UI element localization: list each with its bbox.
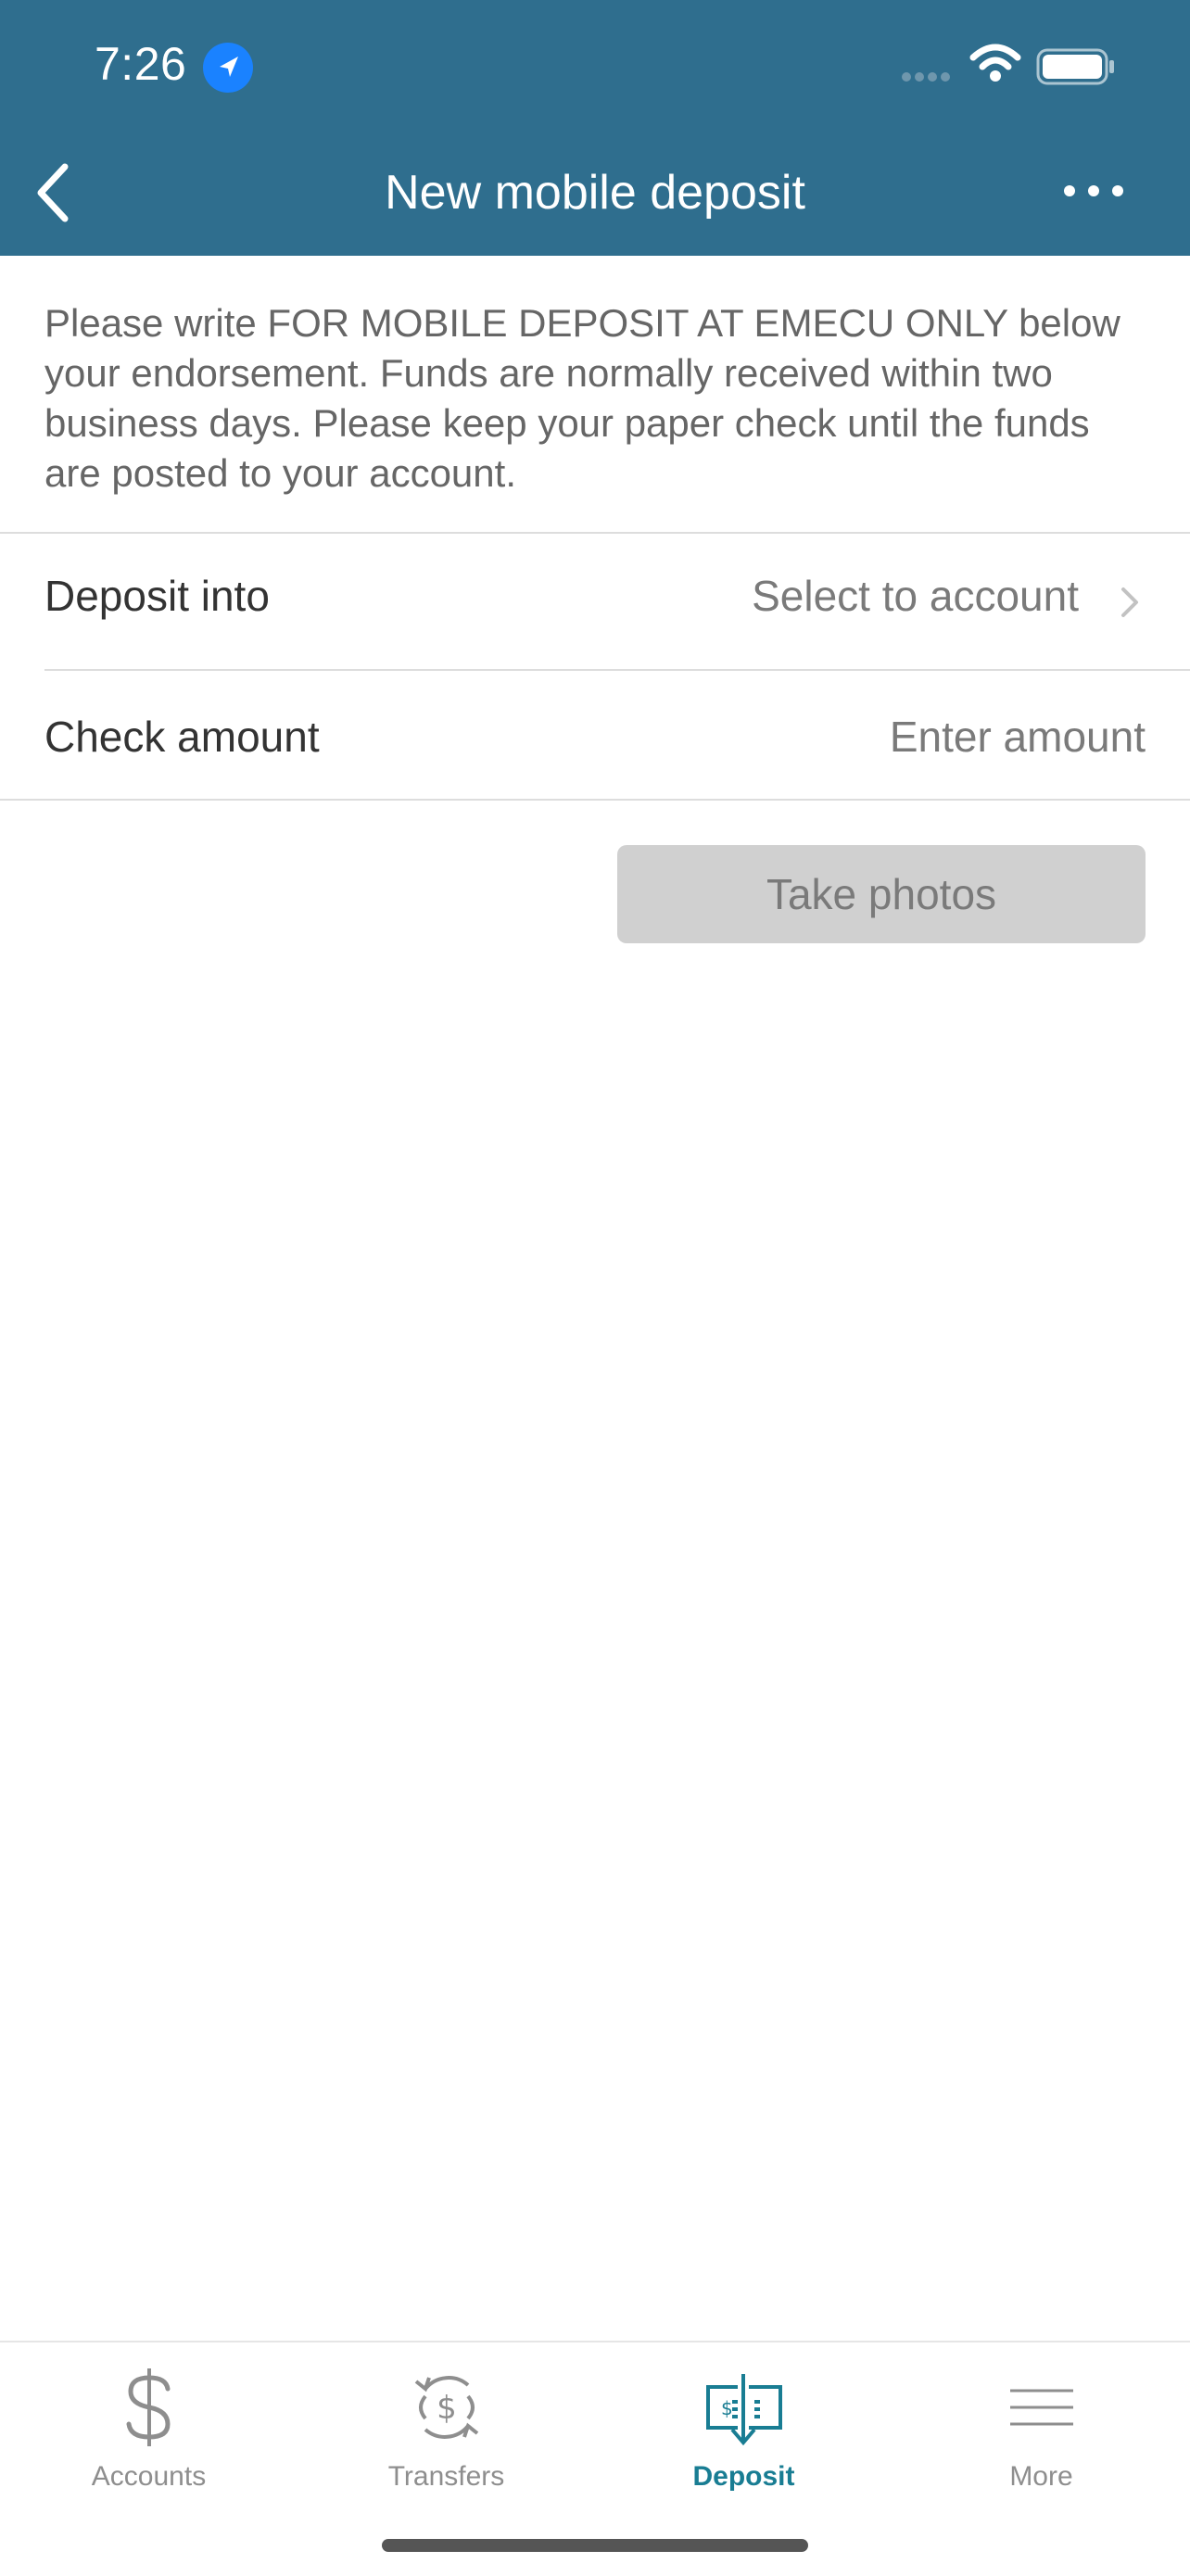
tab-label: Accounts (91, 2461, 207, 2492)
tab-accounts[interactable]: Accounts (0, 2342, 298, 2528)
tab-more[interactable]: More (892, 2342, 1190, 2528)
dollar-icon (126, 2368, 171, 2446)
deposit-instructions: Please write FOR MOBILE DEPOSIT AT EMECU… (44, 301, 1120, 495)
signal-icon (902, 72, 950, 82)
location-arrow-icon (203, 43, 253, 93)
status-time: 7:26 (95, 38, 187, 90)
take-photos-button[interactable]: Take photos (617, 845, 1146, 943)
divider (0, 799, 1190, 801)
tab-label: Transfers (387, 2461, 505, 2492)
tab-label: Deposit (692, 2461, 795, 2492)
wifi-icon (969, 44, 1021, 82)
deposit-into-row[interactable]: Deposit into Select to account (0, 534, 1190, 669)
deposit-into-label: Deposit into (44, 572, 270, 620)
more-options-button[interactable] (1057, 172, 1131, 209)
battery-icon (1036, 48, 1114, 85)
tab-deposit[interactable]: $ Deposit (595, 2342, 892, 2528)
ellipsis-icon (1064, 185, 1123, 196)
svg-text:$: $ (437, 2390, 457, 2427)
page-title: New mobile deposit (385, 166, 805, 220)
tab-label: More (1009, 2461, 1073, 2492)
transfer-dollar-icon: $ (414, 2376, 478, 2439)
check-deposit-icon: $ (705, 2372, 782, 2446)
home-indicator[interactable] (382, 2539, 808, 2552)
check-amount-row[interactable]: Check amount Enter amount (0, 671, 1190, 799)
tab-transfers[interactable]: $ Transfers (298, 2342, 595, 2528)
menu-lines-icon (1009, 2389, 1073, 2426)
svg-text:$: $ (721, 2397, 733, 2419)
check-amount-label: Check amount (44, 713, 320, 761)
check-amount-input[interactable]: Enter amount (890, 712, 1146, 762)
chevron-right-icon (1121, 587, 1138, 617)
app-header: 7:26 New mobile deposit (0, 0, 1190, 256)
deposit-account-select[interactable]: Select to account (752, 571, 1079, 621)
